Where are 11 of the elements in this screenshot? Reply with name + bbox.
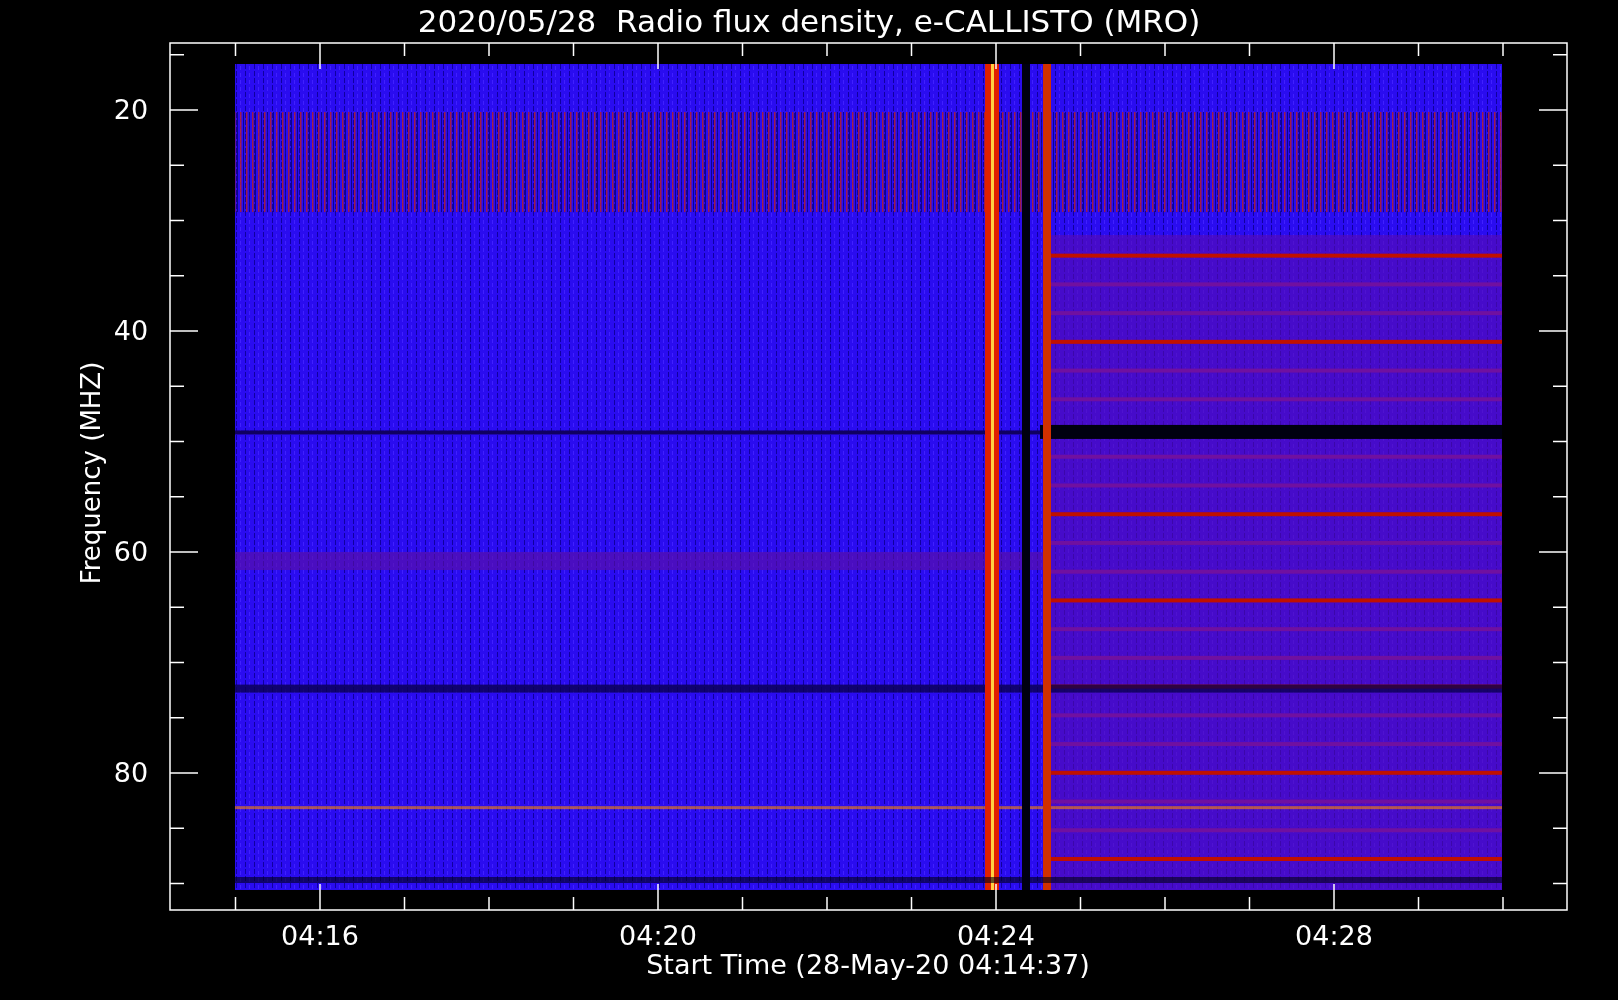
- tick-label: 04:20: [618, 920, 698, 952]
- axis-label: Start Time (28-May-20 04:14:37): [645, 949, 1091, 981]
- tick-label: 40: [112, 315, 150, 347]
- tick-label: 04:24: [956, 920, 1036, 952]
- tick-label: 80: [112, 757, 150, 789]
- tick-label: 04:16: [280, 920, 360, 952]
- tick-label: 60: [112, 536, 150, 568]
- axis-label: Frequency (MHZ): [76, 360, 106, 587]
- chart-title: 2020/05/28 Radio flux density, e-CALLISTO (MRO): [416, 2, 1202, 40]
- tick-label: 04:28: [1294, 920, 1374, 952]
- tick-label: 20: [112, 94, 150, 126]
